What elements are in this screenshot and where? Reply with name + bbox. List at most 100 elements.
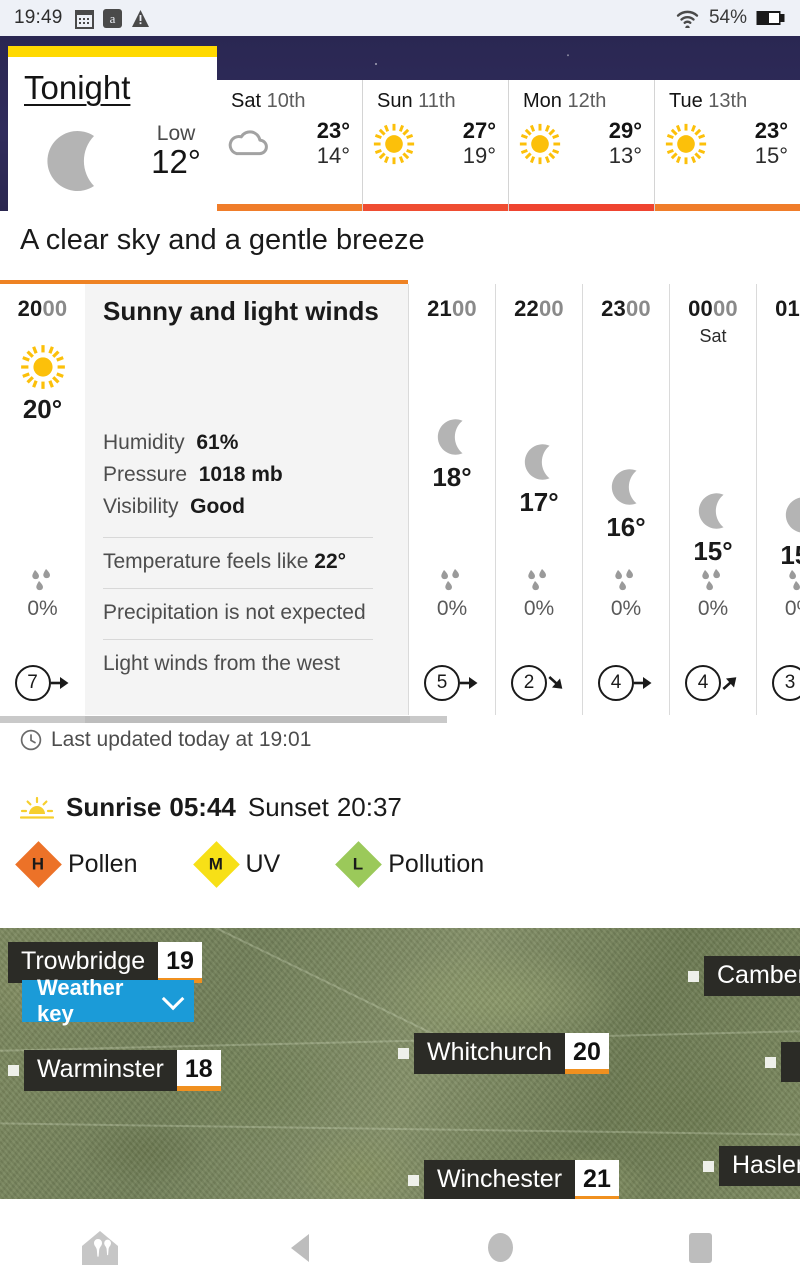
hour-column-selected[interactable]: 2000 20° 0% 7: [0, 284, 85, 715]
hour-day-label: Sat: [699, 326, 727, 346]
map-location-temperature: 21: [575, 1160, 619, 1201]
forecast-headline: A clear sky and a gentle breeze: [20, 224, 425, 256]
hour-weather-icon: [670, 488, 756, 534]
day-forecast-card[interactable]: Tue 13th 23° 15°: [654, 80, 800, 211]
hour-time: 2000: [17, 296, 68, 321]
sunset-time: 20:37: [336, 792, 402, 822]
android-nav-bar: [0, 1215, 800, 1280]
hour-wind: 2: [496, 665, 582, 701]
clock-icon: [20, 729, 42, 751]
day-forecast-card[interactable]: Sun 11th 27° 19°: [362, 80, 508, 211]
weather-key-button[interactable]: Weather key: [22, 975, 194, 1026]
hour-detail-label: Visibility: [103, 495, 179, 519]
nav-item-back[interactable]: [200, 1233, 400, 1262]
hourly-forecast-panel[interactable]: 2000 20° 0% 7 Sunny and light winds Humi…: [0, 280, 800, 715]
day-low: 19°: [462, 142, 496, 168]
hour-wind-speed: 5: [424, 665, 460, 701]
hour-detail-value: 1018 mb: [198, 463, 283, 487]
hour-time: 2300: [601, 296, 651, 321]
hour-time: 0000: [688, 296, 738, 321]
tonight-card[interactable]: Tonight Low 12°: [8, 46, 217, 211]
hour-weather-icon: [583, 464, 669, 510]
hour-feels-like: Temperature feels like 22°: [103, 550, 347, 574]
arrow-east-icon: [460, 677, 478, 689]
weather-map[interactable]: Trowbridge 19 Warminster 18 Whitchurch 20 Camb…: [0, 928, 800, 1215]
calendar-icon: [74, 9, 94, 29]
hour-temperature: 17°: [519, 487, 559, 517]
hour-precip-text: Precipitation is not expected: [103, 601, 366, 625]
hour-time: 0100: [775, 296, 800, 321]
hour-column[interactable]: 0000 Sat 15° 0% 4: [669, 284, 756, 715]
badge-level-diamond: L: [335, 841, 383, 888]
hour-precip-percent: 0%: [436, 597, 468, 620]
map-location-name: Haslemere: [719, 1146, 800, 1186]
hour-wind-speed: 4: [598, 665, 634, 701]
hour-wind: 5: [409, 665, 495, 701]
day-date: 13th: [708, 90, 748, 112]
chevron-down-icon: [162, 987, 185, 1011]
map-location-dot: [765, 1056, 776, 1068]
hour-precip-percent: 0%: [697, 597, 729, 620]
weather-app-screen: 19:49 a 54% Tonight Low 12° Sat 10th 23°…: [0, 0, 800, 1280]
hour-column[interactable]: 2200 17° 0% 2: [495, 284, 582, 715]
hour-column[interactable]: 2100 18° 0% 5: [408, 284, 495, 715]
map-location-label[interactable]: [765, 1042, 800, 1082]
day-conditions: 29° 13°: [509, 113, 654, 168]
sunrise-time: 05:44: [169, 792, 236, 822]
moon-icon: [437, 419, 463, 455]
tonight-low-label: Low: [156, 121, 196, 145]
hour-detail-value: Good: [190, 495, 245, 519]
badge-level-letter: H: [32, 854, 45, 874]
hour-temperature: 16°: [606, 512, 646, 542]
day-forecast-card[interactable]: Sat 10th 23° 14°: [217, 80, 362, 211]
arrow-east-icon: [634, 677, 652, 689]
hourly-scrollbar-thumb[interactable]: [85, 716, 410, 723]
map-location-label[interactable]: Whitchurch 20: [398, 1033, 609, 1074]
day-low: 15°: [754, 142, 788, 168]
badge-level-diamond: M: [192, 841, 240, 888]
day-accent-bar: [655, 204, 800, 211]
divider: [103, 537, 373, 539]
map-location-dot: [8, 1065, 19, 1076]
hour-column[interactable]: 0100 15° 0% 3: [756, 284, 800, 715]
nav-item-home[interactable]: [400, 1233, 600, 1262]
day-high: 23°: [754, 118, 788, 143]
raindrops-icon: [528, 569, 546, 591]
map-location-label[interactable]: Winchester 21: [408, 1160, 619, 1201]
tonight-summary: Low 12°: [24, 120, 201, 204]
map-location-name: Camberley: [704, 956, 800, 996]
hour-detail-value: 61%: [196, 431, 239, 454]
hour-detail-panel: Sunny and light winds Humidity 61% Press…: [85, 284, 408, 715]
hour-wind: 7: [0, 665, 85, 701]
environment-badge[interactable]: L Pollution: [335, 841, 484, 888]
hour-column[interactable]: 2300 16° 0% 4: [582, 284, 669, 715]
map-location-label[interactable]: Haslemere: [703, 1146, 800, 1186]
hour-weather-icon: [496, 439, 582, 485]
environment-badge[interactable]: H Pollen: [15, 841, 138, 888]
hour-precipitation: 0%: [409, 566, 495, 621]
environment-badge[interactable]: M UV: [192, 841, 280, 888]
map-location-name: Winchester: [424, 1160, 576, 1201]
sunrise-sunset-row: Sunrise 05:44 Sunset 20:37: [20, 792, 402, 823]
nav-item-home-pin[interactable]: [0, 1227, 200, 1269]
day-high: 23°: [316, 118, 350, 143]
hour-weather-icon: [0, 342, 85, 392]
map-location-name: [781, 1042, 800, 1082]
day-name: Sat 10th: [231, 90, 306, 112]
amazon-icon: a: [102, 8, 122, 28]
hour-detail-row: Pressure 1018 mb: [103, 459, 373, 491]
nav-item-recents[interactable]: [600, 1232, 800, 1263]
map-location-dot: [703, 1160, 714, 1172]
divider: [103, 588, 373, 590]
hour-temperature: 15°: [693, 536, 733, 566]
weather-key-label: Weather key: [37, 975, 124, 1026]
day-accent-bar: [363, 204, 508, 211]
tonight-title: Tonight: [24, 69, 131, 106]
status-bar: 19:49 a 54%: [0, 0, 800, 36]
day-forecast-card[interactable]: Mon 12th 29° 13°: [508, 80, 654, 211]
hourly-scrollbar[interactable]: [0, 716, 800, 723]
map-location-label[interactable]: Warminster 18: [8, 1050, 221, 1091]
day-low: 14°: [316, 142, 350, 168]
hour-weather-icon: [757, 492, 800, 538]
map-location-label[interactable]: Camberley: [688, 956, 800, 996]
